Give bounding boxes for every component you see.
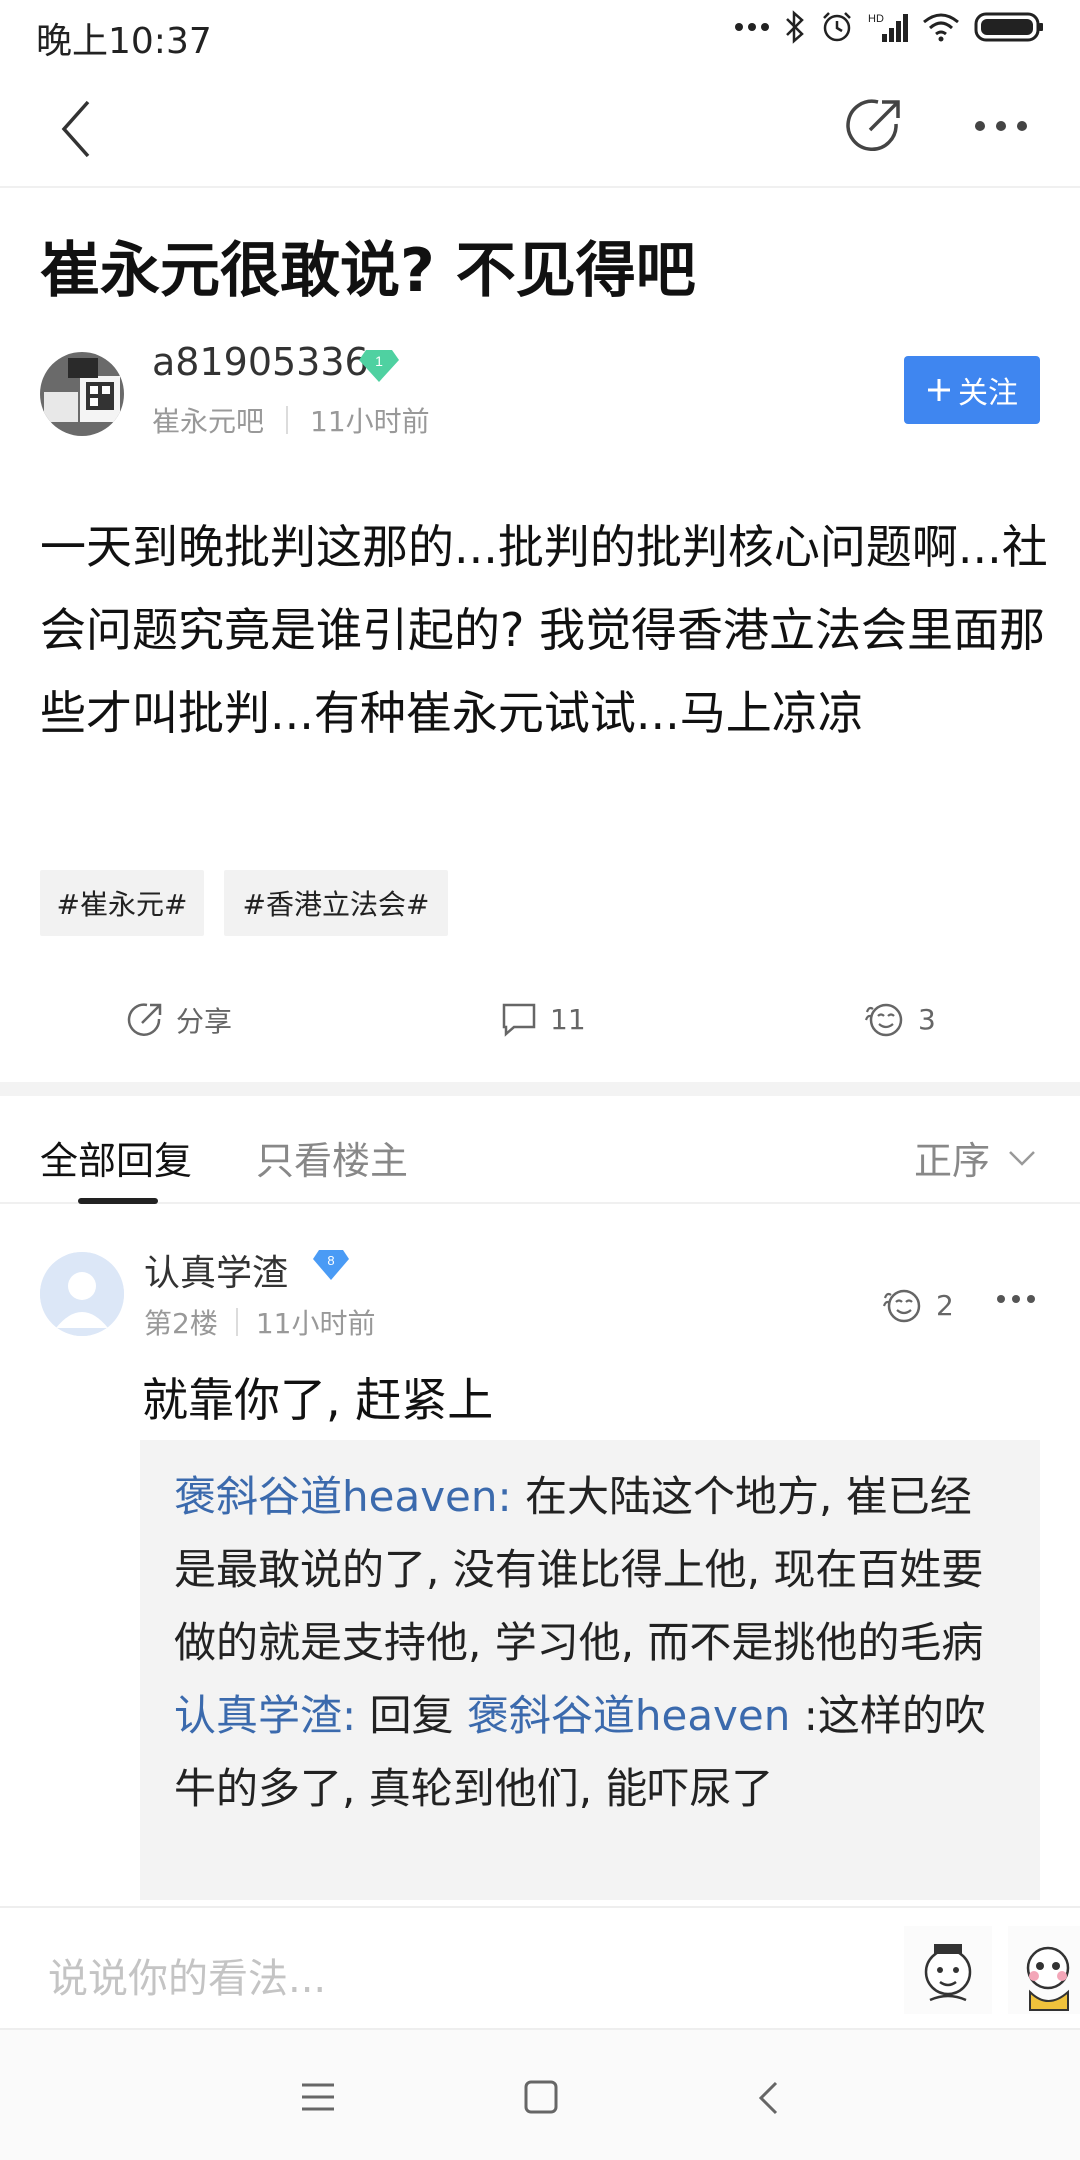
- forum-name[interactable]: 崔永元吧: [152, 400, 264, 440]
- tag-cui-yongyuan[interactable]: #崔永元#: [40, 870, 204, 936]
- author-name[interactable]: a81905336: [152, 340, 369, 384]
- reply-more-icon[interactable]: [996, 1294, 1036, 1304]
- comment-bar: 说说你的看法...: [0, 1906, 1080, 2030]
- like-action[interactable]: 3: [864, 1000, 936, 1038]
- nav-bar: [0, 70, 1080, 188]
- meta-divider: [286, 406, 289, 434]
- author-avatar[interactable]: [40, 352, 124, 436]
- alarm-icon: [823, 12, 851, 42]
- follow-label: 关注: [958, 376, 1018, 411]
- system-nav-bar: [0, 2030, 1080, 2160]
- reply-meta: 第2楼 11小时前: [144, 1302, 375, 1342]
- post-title: 崔永元很敢说? 不见得吧: [40, 236, 696, 306]
- section-divider: [0, 1082, 1080, 1096]
- tab-indicator: [78, 1198, 158, 1204]
- post-time: 11小时前: [310, 405, 430, 438]
- more-icon[interactable]: [974, 120, 1028, 132]
- sticker-pack-icon[interactable]: [1008, 1926, 1080, 2014]
- sort-dropdown[interactable]: 正序: [914, 1130, 1036, 1185]
- post-body: 一天到晚批判这那的...批判的批判核心问题啊...社会问题究竟是谁引起的? 我觉…: [40, 520, 1048, 740]
- status-bar: 晚上10:37 HD: [0, 0, 1080, 70]
- reply-like-count: 2: [936, 1288, 954, 1322]
- reply-word: 回复: [356, 1691, 467, 1740]
- comment-input[interactable]: 说说你的看法...: [48, 1946, 326, 2004]
- share-action[interactable]: 分享: [126, 1000, 232, 1040]
- status-icons: HD: [734, 10, 1044, 44]
- sub-reply-author[interactable]: 认真学渣:: [174, 1691, 356, 1740]
- reply-target[interactable]: 褒斜谷道heaven: [467, 1691, 791, 1740]
- status-time: 晚上10:37: [36, 21, 212, 62]
- share-icon[interactable]: [844, 96, 904, 156]
- more-dots-icon: [735, 23, 769, 31]
- like-face-icon: [864, 1003, 903, 1037]
- reply-floor: 第2楼: [144, 1307, 218, 1340]
- comment-count: 11: [550, 1002, 586, 1036]
- reply-time: 11小时前: [255, 1307, 376, 1340]
- like-face-icon: [882, 1289, 921, 1323]
- reply-author-name[interactable]: 认真学渣: [144, 1244, 288, 1296]
- signal-icon: HD: [868, 13, 908, 42]
- tab-owner-only[interactable]: 只看楼主: [256, 1130, 408, 1185]
- bluetooth-icon: [786, 10, 804, 44]
- reply-level-number: 8: [327, 1253, 334, 1268]
- battery-icon: [974, 12, 1043, 42]
- tag-hk-legco[interactable]: #香港立法会#: [224, 870, 448, 936]
- reply-text: 就靠你了, 赶紧上: [142, 1373, 494, 1427]
- comment-icon: [502, 1003, 536, 1037]
- sort-label: 正序: [914, 1139, 991, 1183]
- follow-button[interactable]: 关注: [904, 356, 1040, 424]
- reply-avatar[interactable]: [40, 1252, 124, 1336]
- meta-divider: [235, 1308, 238, 1336]
- plus-icon: [928, 379, 950, 401]
- chevron-down-icon: [1009, 1150, 1035, 1166]
- tab-all-replies[interactable]: 全部回复: [40, 1130, 192, 1185]
- like-count: 3: [918, 1002, 936, 1036]
- reply-level-badge: 8: [312, 1248, 350, 1286]
- reply-like-button[interactable]: 2: [882, 1286, 954, 1324]
- share-small-icon: [127, 1003, 162, 1036]
- sub-replies[interactable]: 褒斜谷道heaven: 在大陆这个地方, 崔已经是最敢说的了, 没有谁比得上他,…: [140, 1440, 1040, 1900]
- svg-text:HD: HD: [868, 13, 884, 25]
- menu-icon[interactable]: [300, 2082, 336, 2112]
- author-level-badge: 1: [358, 348, 400, 388]
- author-level-number: 1: [375, 353, 383, 369]
- wifi-icon: [923, 13, 959, 42]
- back-icon[interactable]: [58, 98, 94, 160]
- emoji-sticker-icon[interactable]: [904, 1926, 992, 2014]
- share-label: 分享: [176, 1005, 233, 1038]
- home-icon[interactable]: [524, 2080, 558, 2114]
- sub-reply-1: 褒斜谷道heaven: 在大陆这个地方, 崔已经是最敢说的了, 没有谁比得上他,…: [174, 1460, 1006, 1679]
- author-meta: 崔永元吧 11小时前: [152, 400, 430, 440]
- sub-reply-2: 认真学渣: 回复 褒斜谷道heaven :这样的吹牛的多了, 真轮到他们, 能吓…: [174, 1679, 1006, 1825]
- sub-reply-author[interactable]: 褒斜谷道heaven:: [174, 1472, 512, 1521]
- back-nav-icon[interactable]: [756, 2080, 780, 2116]
- reply-tabs: 全部回复 只看楼主 正序: [0, 1096, 1080, 1204]
- comment-action[interactable]: 11: [500, 1000, 586, 1038]
